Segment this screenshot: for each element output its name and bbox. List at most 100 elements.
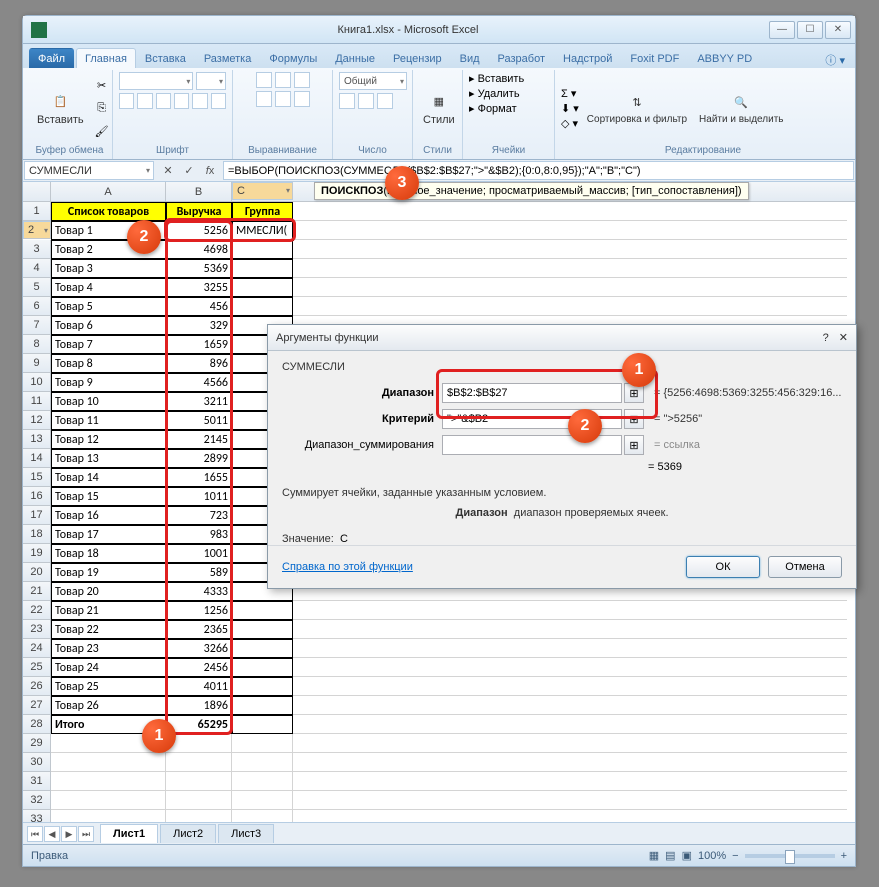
- cell-b[interactable]: 2899: [166, 449, 232, 468]
- cell-a[interactable]: Товар 3: [51, 259, 166, 278]
- border-button[interactable]: [174, 93, 189, 109]
- dialog-help-icon[interactable]: ?: [823, 332, 829, 344]
- tab-foxit[interactable]: Foxit PDF: [621, 48, 688, 68]
- cell-a[interactable]: Товар 16: [51, 506, 166, 525]
- sheet-nav-last[interactable]: ⏭: [78, 826, 94, 842]
- criteria-picker-icon[interactable]: ⊞: [624, 409, 644, 429]
- cell-a[interactable]: Товар 5: [51, 297, 166, 316]
- cut-icon[interactable]: ✂: [92, 76, 112, 96]
- formula-input[interactable]: =ВЫБОР(ПОИСКПОЗ(СУММЕСЛИ($B$2:$B$27;">"&…: [223, 161, 854, 180]
- sheet-tab-1[interactable]: Лист1: [100, 824, 158, 843]
- row-header[interactable]: 1: [23, 202, 51, 221]
- cell-a[interactable]: Товар 26: [51, 696, 166, 715]
- row-header[interactable]: 27: [23, 696, 51, 715]
- cancel-formula-icon[interactable]: ✕: [159, 162, 177, 180]
- cell-c[interactable]: [232, 278, 293, 297]
- row-header[interactable]: 17: [23, 506, 51, 525]
- clear-icon[interactable]: ◇ ▾: [561, 117, 579, 130]
- row-header[interactable]: 24: [23, 639, 51, 658]
- cell-a[interactable]: Товар 14: [51, 468, 166, 487]
- name-box[interactable]: СУММЕСЛИ: [24, 161, 154, 180]
- zoom-level[interactable]: 100%: [698, 850, 726, 862]
- cell[interactable]: [232, 791, 293, 810]
- italic-button[interactable]: [137, 93, 152, 109]
- fx-icon[interactable]: fx: [201, 162, 219, 180]
- zoom-out-icon[interactable]: −: [732, 850, 738, 862]
- percent-icon[interactable]: [358, 93, 374, 109]
- cell-b[interactable]: 1655: [166, 468, 232, 487]
- cell[interactable]: [232, 734, 293, 753]
- row-header[interactable]: 11: [23, 392, 51, 411]
- header-b[interactable]: Выручка: [166, 202, 232, 221]
- sheet-tab-3[interactable]: Лист3: [218, 824, 274, 843]
- cell-c[interactable]: [232, 696, 293, 715]
- input-range[interactable]: [442, 383, 622, 403]
- row-header[interactable]: 18: [23, 525, 51, 544]
- close-button[interactable]: ✕: [825, 21, 851, 39]
- cell[interactable]: [293, 620, 847, 639]
- sumrange-picker-icon[interactable]: ⊞: [624, 435, 644, 455]
- row-header[interactable]: 23: [23, 620, 51, 639]
- cell-a[interactable]: Товар 4: [51, 278, 166, 297]
- cell-a[interactable]: Товар 13: [51, 449, 166, 468]
- number-format-select[interactable]: Общий: [339, 72, 407, 90]
- cell[interactable]: [51, 753, 166, 772]
- cell-a[interactable]: Товар 15: [51, 487, 166, 506]
- cancel-button[interactable]: Отмена: [768, 556, 842, 578]
- cell-c[interactable]: [232, 658, 293, 677]
- row-header[interactable]: 31: [23, 772, 51, 791]
- row-header[interactable]: 6: [23, 297, 51, 316]
- align-mid[interactable]: [275, 72, 291, 88]
- header-a[interactable]: Список товаров: [51, 202, 166, 221]
- cell-b[interactable]: 5256: [166, 221, 232, 240]
- bold-button[interactable]: [119, 93, 134, 109]
- cell-a[interactable]: Товар 21: [51, 601, 166, 620]
- cell-a[interactable]: Товар 6: [51, 316, 166, 335]
- row-header[interactable]: 5: [23, 278, 51, 297]
- select-all-corner[interactable]: [23, 182, 51, 201]
- tab-view[interactable]: Вид: [451, 48, 489, 68]
- row-header[interactable]: 25: [23, 658, 51, 677]
- cell-b[interactable]: 456: [166, 297, 232, 316]
- cell-c[interactable]: [232, 620, 293, 639]
- row-header[interactable]: 32: [23, 791, 51, 810]
- cell[interactable]: [293, 278, 847, 297]
- zoom-slider[interactable]: [745, 854, 835, 858]
- cell-c[interactable]: [232, 601, 293, 620]
- align-right[interactable]: [294, 91, 310, 107]
- cell-c[interactable]: [232, 297, 293, 316]
- cell[interactable]: [293, 658, 847, 677]
- cell-b[interactable]: 1256: [166, 601, 232, 620]
- cell-c[interactable]: [232, 677, 293, 696]
- cell-a[interactable]: Товар 9: [51, 373, 166, 392]
- dialog-titlebar[interactable]: Аргументы функции ? ✕: [268, 325, 856, 351]
- cell[interactable]: [293, 677, 847, 696]
- cell-b[interactable]: 4566: [166, 373, 232, 392]
- row-header[interactable]: 19: [23, 544, 51, 563]
- cell[interactable]: [166, 753, 232, 772]
- row-header[interactable]: 4: [23, 259, 51, 278]
- cell-a[interactable]: Товар 8: [51, 354, 166, 373]
- cell[interactable]: [232, 772, 293, 791]
- col-header-a[interactable]: A: [51, 182, 166, 201]
- view-normal-icon[interactable]: ▦: [649, 849, 659, 862]
- row-header[interactable]: 15: [23, 468, 51, 487]
- header-c[interactable]: Группа: [232, 202, 293, 221]
- dialog-help-link[interactable]: Справка по этой функции: [282, 561, 413, 573]
- cell-c[interactable]: [232, 715, 293, 734]
- align-top[interactable]: [256, 72, 272, 88]
- cell[interactable]: [293, 734, 847, 753]
- cell-b[interactable]: 65295: [166, 715, 232, 734]
- cells-delete[interactable]: ▸ Удалить: [469, 87, 520, 100]
- cell-a[interactable]: Товар 11: [51, 411, 166, 430]
- row-header[interactable]: 16: [23, 487, 51, 506]
- tab-home[interactable]: Главная: [76, 48, 136, 68]
- zoom-in-icon[interactable]: +: [841, 850, 847, 862]
- row-header[interactable]: 7: [23, 316, 51, 335]
- format-painter-icon[interactable]: 🖌: [92, 122, 112, 142]
- font-select[interactable]: [119, 72, 193, 90]
- cell[interactable]: [293, 601, 847, 620]
- view-break-icon[interactable]: ▣: [682, 849, 692, 862]
- cell-c[interactable]: [232, 240, 293, 259]
- cell[interactable]: [166, 791, 232, 810]
